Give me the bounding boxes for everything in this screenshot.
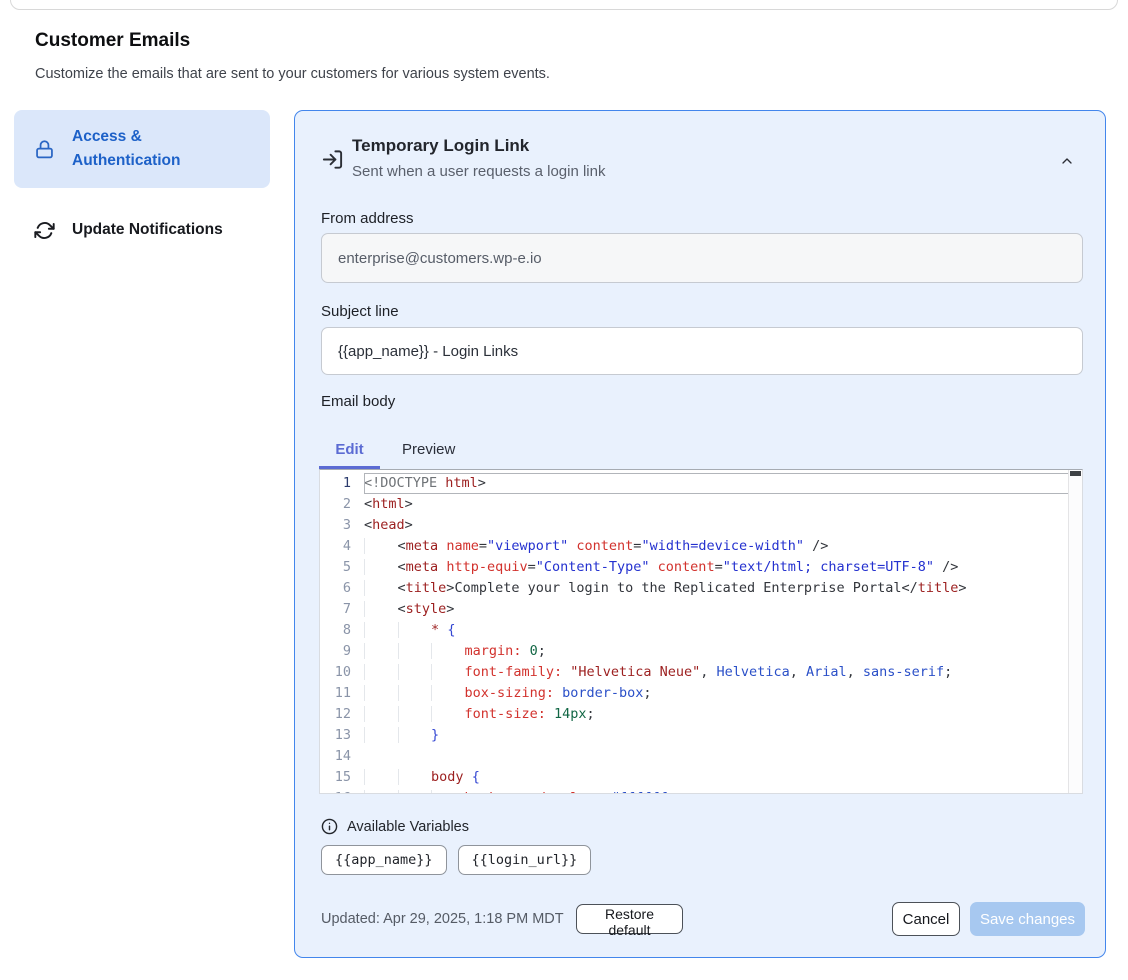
code-line: 3<head> [320,515,1069,536]
panel-subtitle: Sent when a user requests a login link [352,163,605,180]
from-address-input [321,233,1083,283]
from-address-label: From address [321,210,414,227]
code-line: 16 background-color: #ffffff; [320,788,1069,794]
page-title: Customer Emails [35,30,190,52]
email-settings-panel: Temporary Login Link Sent when a user re… [294,110,1106,958]
login-icon [321,148,344,171]
save-changes-button[interactable]: Save changes [970,902,1085,936]
sidebar-item-label: Access & Authentication [72,125,204,173]
code-line: 6 <title>Complete your login to the Repl… [320,578,1069,599]
collapse-panel-button[interactable] [1057,151,1077,171]
refresh-icon [32,220,56,241]
email-body-label: Email body [321,393,395,410]
previous-card-edge [10,0,1118,10]
subject-line-label: Subject line [321,303,399,320]
updated-timestamp: Updated: Apr 29, 2025, 1:18 PM MDT [321,911,564,927]
available-variables-label: Available Variables [347,819,469,835]
code-line: 9 margin: 0; [320,641,1069,662]
subject-line-input[interactable] [321,327,1083,375]
sidebar-item-label: Update Notifications [72,218,223,242]
code-line: 2<html> [320,494,1069,515]
restore-default-button[interactable]: Restore default [576,904,683,934]
page-subtitle: Customize the emails that are sent to yo… [35,66,550,82]
code-line: 12 font-size: 14px; [320,704,1069,725]
info-icon [321,818,338,835]
code-editor-lines: 1<!DOCTYPE html>2<html>3<head>4 <meta na… [320,470,1069,794]
available-variables-row: Available Variables [321,818,469,835]
sidebar-item-access-authentication[interactable]: Access & Authentication [14,110,270,188]
sidebar: Access & Authentication Update Notificat… [14,110,270,250]
code-line: 10 font-family: "Helvetica Neue", Helvet… [320,662,1069,683]
variable-chip-app-name[interactable]: {{app_name}} [321,845,447,875]
tab-edit[interactable]: Edit [319,433,380,465]
cancel-button[interactable]: Cancel [892,902,960,936]
code-line: 7 <style> [320,599,1069,620]
sidebar-item-update-notifications[interactable]: Update Notifications [14,210,270,250]
code-editor[interactable]: 1<!DOCTYPE html>2<html>3<head>4 <meta na… [319,469,1083,794]
code-line: 14 [320,746,1069,767]
code-line: 1<!DOCTYPE html> [320,473,1069,494]
variable-chip-login-url[interactable]: {{login_url}} [458,845,592,875]
chevron-up-icon [1059,153,1075,169]
panel-title: Temporary Login Link [352,136,529,156]
code-line: 4 <meta name="viewport" content="width=d… [320,536,1069,557]
editor-scrollbar[interactable] [1068,470,1082,793]
code-line: 8 * { [320,620,1069,641]
code-line: 11 box-sizing: border-box; [320,683,1069,704]
lock-icon [32,139,56,160]
editor-scrollbar-thumb[interactable] [1070,471,1081,476]
code-line: 15 body { [320,767,1069,788]
tab-preview[interactable]: Preview [390,433,467,465]
code-line: 5 <meta http-equiv="Content-Type" conten… [320,557,1069,578]
code-line: 13 } [320,725,1069,746]
email-body-tabs: Edit Preview [319,433,467,465]
variable-chips: {{app_name}} {{login_url}} [321,845,591,875]
